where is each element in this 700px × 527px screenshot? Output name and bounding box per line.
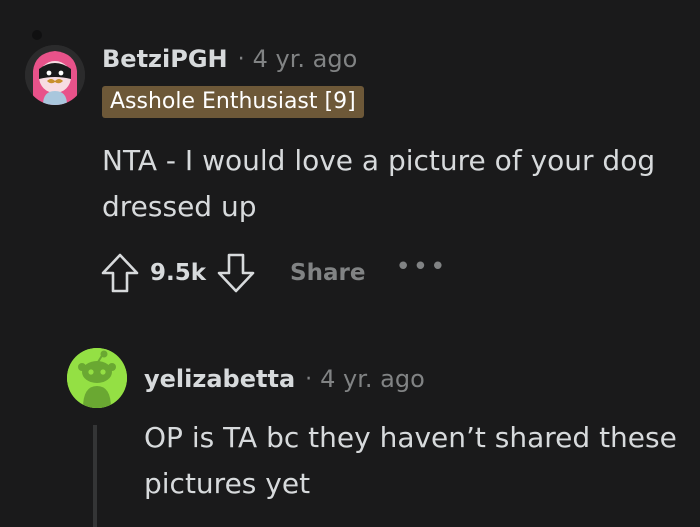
username[interactable]: BetziPGH [102,45,228,73]
reply-header: yelizabetta · 4 yr. ago [144,364,425,394]
comment-body: NTA - I would love a picture of your dog… [102,138,655,230]
downvote-arrow-icon[interactable] [216,252,256,294]
comment-header: BetziPGH · 4 yr. ago [102,44,357,74]
reply-username[interactable]: yelizabetta [144,365,295,393]
reply-text-line: pictures yet [144,467,311,500]
separator: · [305,366,313,392]
reply-avatar[interactable] [67,348,127,408]
thread-line[interactable] [93,425,97,527]
timestamp[interactable]: 4 yr. ago [253,45,358,73]
avatar-antenna [32,30,42,40]
user-flair: Asshole Enthusiast [9] [102,86,364,118]
comment-text-line: NTA - I would love a picture of your dog [102,144,656,177]
reply-text-line: OP is TA bc they haven’t shared these [144,421,677,454]
reply-body: OP is TA bc they haven’t shared these pi… [144,415,677,507]
share-button[interactable]: Share [290,260,365,286]
vote-count: 9.5k [150,260,207,286]
separator: · [237,46,245,72]
avatar[interactable] [25,45,85,105]
comment-actions: 9.5k Share ••• [100,250,447,296]
reply-timestamp[interactable]: 4 yr. ago [320,365,425,393]
comment-text-line: dressed up [102,190,257,223]
more-options-icon[interactable]: ••• [395,252,447,282]
upvote-arrow-icon[interactable] [100,252,140,294]
snoo-avatar-icon [67,348,127,408]
comment: BetziPGH · 4 yr. ago Asshole Enthusiast … [0,0,700,320]
avatar-image [25,45,85,105]
